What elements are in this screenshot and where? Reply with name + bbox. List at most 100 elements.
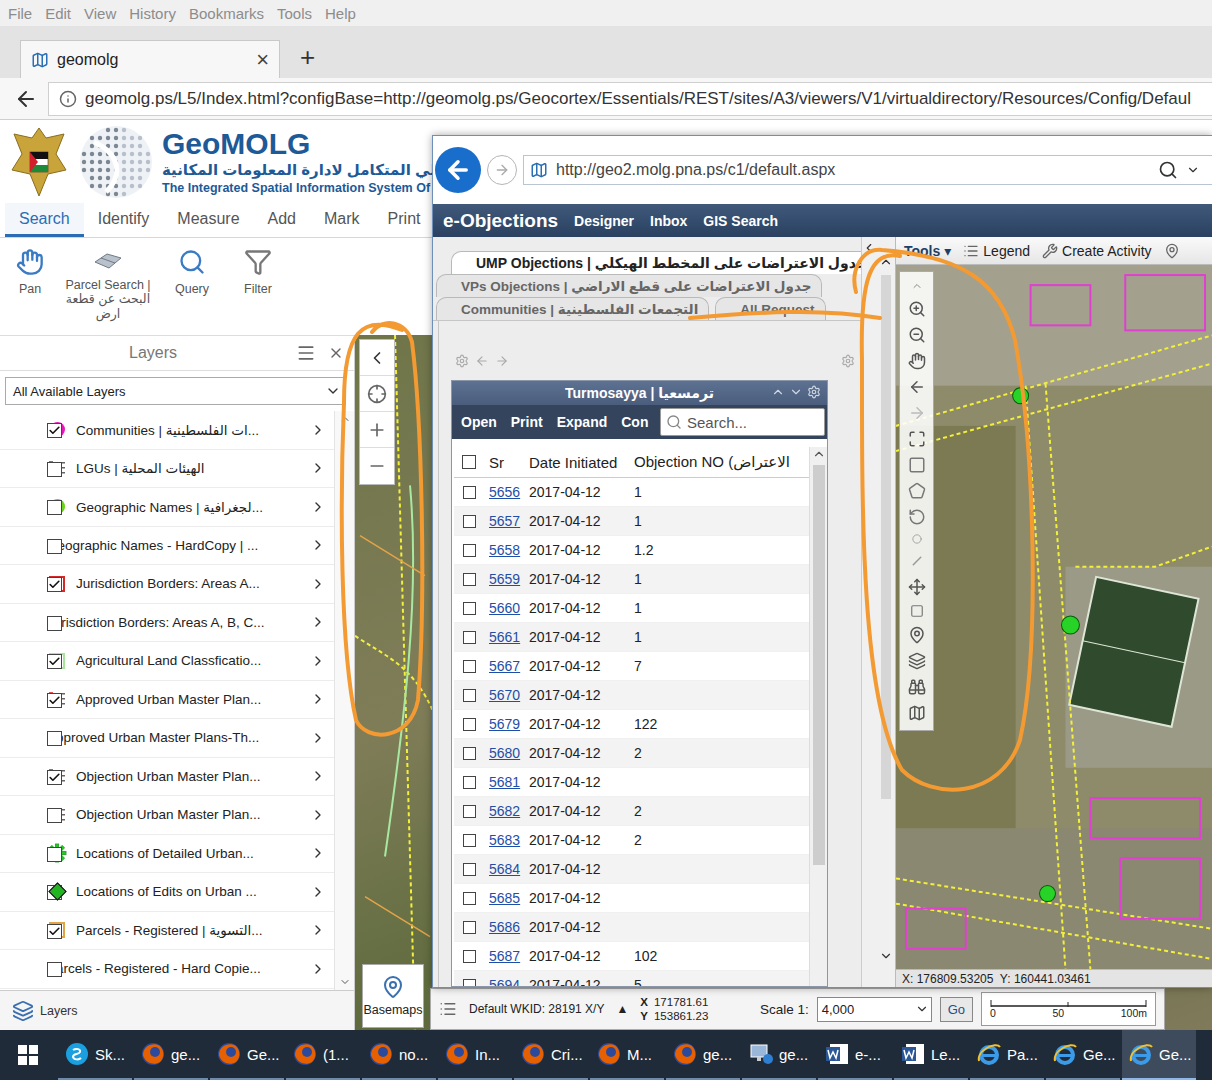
zoom-in-button[interactable] xyxy=(360,412,394,448)
row-checkbox[interactable] xyxy=(463,805,476,818)
tool-button[interactable]: Parcel Search | البحث عن قطعة ارض xyxy=(64,248,152,321)
table-row[interactable]: 56852017-04-12 xyxy=(454,884,809,913)
table-row[interactable]: 56592017-04-121 xyxy=(454,565,809,594)
layer-checkbox[interactable] xyxy=(47,962,62,977)
scroll-thumb[interactable] xyxy=(813,465,825,865)
chevron-right-icon[interactable] xyxy=(310,499,326,515)
sr-link[interactable]: 5680 xyxy=(489,745,520,761)
url-field[interactable]: geomolg.ps/L5/Index.html?configBase=http… xyxy=(48,82,1212,116)
sr-link[interactable]: 5661 xyxy=(489,629,520,645)
row-checkbox[interactable] xyxy=(463,689,476,702)
layer-row[interactable]: Agricultural Land Classficatio... xyxy=(0,642,334,681)
table-row[interactable]: 56572017-04-121 xyxy=(454,507,809,536)
sr-link[interactable]: 5685 xyxy=(489,890,520,906)
toolbar-button[interactable]: Expand xyxy=(557,414,608,430)
line-icon[interactable] xyxy=(904,548,929,573)
sr-link[interactable]: 5679 xyxy=(489,716,520,732)
tab-close-button[interactable]: × xyxy=(256,49,269,71)
menu-item[interactable]: File xyxy=(8,5,32,22)
scroll-up-icon[interactable] xyxy=(339,413,351,425)
layer-checkbox[interactable] xyxy=(47,847,62,862)
table-row[interactable]: 56582017-04-121.2 xyxy=(454,536,809,565)
sr-link[interactable]: 5694 xyxy=(489,977,520,986)
layer-filter-select[interactable]: All Available Layers xyxy=(5,377,346,405)
ribbon-tab[interactable]: Print xyxy=(374,203,435,237)
menu-item[interactable]: Help xyxy=(325,5,356,22)
column-header[interactable]: Objection NO (الاعتراض xyxy=(629,453,809,471)
row-checkbox[interactable] xyxy=(463,544,476,557)
row-checkbox[interactable] xyxy=(463,921,476,934)
map-icon[interactable] xyxy=(908,704,926,722)
chevron-right-icon[interactable] xyxy=(310,961,326,977)
objection-tab[interactable]: UMP Objections | جدول الاعتراضات على الم… xyxy=(451,251,906,274)
layer-checkbox[interactable] xyxy=(47,808,62,823)
row-checkbox[interactable] xyxy=(463,776,476,789)
sr-link[interactable]: 5683 xyxy=(489,832,520,848)
row-checkbox[interactable] xyxy=(463,602,476,615)
chevron-right-icon[interactable] xyxy=(310,845,326,861)
pan-icon[interactable] xyxy=(908,352,926,370)
layer-row[interactable]: Jurisdiction Borders: Areas A... xyxy=(0,565,334,604)
previous-extent-icon[interactable] xyxy=(908,378,926,396)
sr-link[interactable]: 5657 xyxy=(489,513,520,529)
layer-checkbox[interactable] xyxy=(47,577,62,592)
taskbar-item[interactable]: Pa... xyxy=(970,1030,1044,1080)
layer-checkbox[interactable] xyxy=(47,731,62,746)
taskbar-item[interactable]: ge... xyxy=(742,1030,816,1080)
row-checkbox[interactable] xyxy=(463,718,476,731)
taskbar-item[interactable]: ge... xyxy=(666,1030,740,1080)
layers-bottom-tab[interactable]: Layers xyxy=(0,990,354,1030)
objection-tab[interactable]: Communities | التجمعات الفلسطينية xyxy=(436,297,709,320)
menu-item[interactable]: Edit xyxy=(45,5,71,22)
scroll-thumb[interactable] xyxy=(881,275,891,799)
sr-link[interactable]: 5656 xyxy=(489,484,520,500)
taskbar-item[interactable]: (1... xyxy=(286,1030,360,1080)
layer-scrollbar[interactable] xyxy=(334,411,354,990)
pane-scrollbar[interactable] xyxy=(876,237,895,987)
basemaps-button[interactable]: Basemaps xyxy=(362,964,424,1028)
menu-item[interactable]: View xyxy=(84,5,116,22)
chevron-right-icon[interactable] xyxy=(310,614,326,630)
toolbar-button[interactable]: Open xyxy=(461,414,497,430)
row-checkbox[interactable] xyxy=(463,892,476,905)
table-row[interactable]: 56702017-04-12 xyxy=(454,681,809,710)
create-activity-button[interactable]: Create Activity xyxy=(1042,243,1151,259)
clear-icon[interactable] xyxy=(910,604,924,618)
tool-button[interactable]: Filter xyxy=(232,248,284,296)
scroll-up-icon[interactable] xyxy=(879,255,893,269)
chevron-right-icon[interactable] xyxy=(310,576,326,592)
taskbar-item[interactable]: ge... xyxy=(134,1030,208,1080)
go-button[interactable]: Go xyxy=(940,997,973,1022)
chevron-right-icon[interactable] xyxy=(310,730,326,746)
row-checkbox[interactable] xyxy=(463,573,476,586)
gear-icon[interactable] xyxy=(455,354,469,368)
lasso-icon[interactable] xyxy=(908,508,926,526)
sr-link[interactable]: 5670 xyxy=(489,687,520,703)
layer-checkbox[interactable] xyxy=(47,462,62,477)
new-tab-button[interactable]: + xyxy=(290,44,325,78)
browser-tab[interactable]: geomolg× xyxy=(20,40,280,78)
chevron-right-icon[interactable] xyxy=(310,460,326,476)
chevron-right-icon[interactable] xyxy=(310,537,326,553)
toolbar-button[interactable]: Print xyxy=(511,414,543,430)
zoom-out-icon[interactable] xyxy=(908,326,926,344)
gear-icon[interactable] xyxy=(807,385,821,399)
chevron-right-icon[interactable] xyxy=(310,922,326,938)
sr-link[interactable]: 5659 xyxy=(489,571,520,587)
layer-checkbox[interactable] xyxy=(47,770,62,785)
layer-checkbox[interactable] xyxy=(47,616,62,631)
layer-checkbox[interactable] xyxy=(47,423,62,438)
scale-select[interactable]: 4,000 xyxy=(817,997,932,1022)
layer-row[interactable]: Jurisdiction Borders: Areas A, B, C... xyxy=(0,604,334,643)
layer-row[interactable]: Locations of Edits on Urban ... xyxy=(0,873,334,912)
taskbar-item[interactable]: In... xyxy=(438,1030,512,1080)
menu-item[interactable]: Tools xyxy=(277,5,312,22)
nav-link[interactable]: GIS Search xyxy=(703,213,778,229)
polygon-select-icon[interactable] xyxy=(908,482,926,500)
layer-row[interactable]: Parcels - Registered - Hard Copie... xyxy=(0,950,334,989)
sr-link[interactable]: 5684 xyxy=(489,861,520,877)
layer-checkbox[interactable] xyxy=(47,654,62,669)
taskbar-item[interactable]: Cri... xyxy=(514,1030,588,1080)
ribbon-tab[interactable]: Identify xyxy=(84,203,164,237)
full-extent-icon[interactable] xyxy=(908,430,926,448)
